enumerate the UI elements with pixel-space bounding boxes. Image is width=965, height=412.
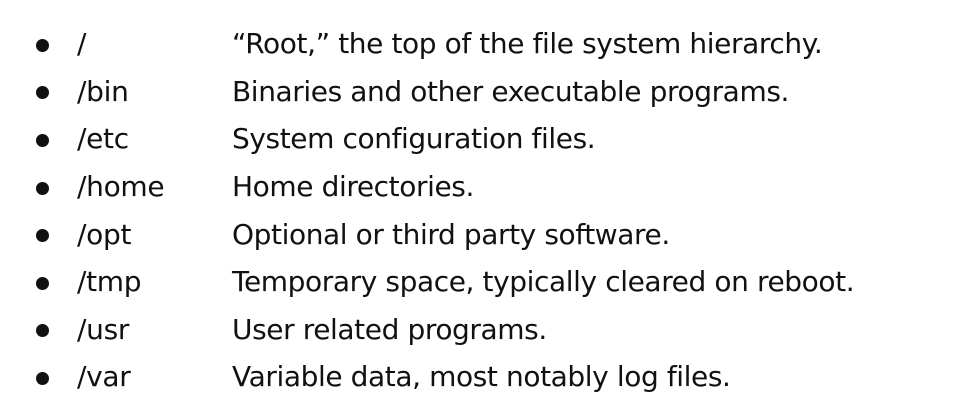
directory-path: /bin <box>77 74 129 108</box>
directory-path: /etc <box>77 122 129 156</box>
bullet-icon <box>36 276 49 290</box>
bullet-icon <box>36 324 49 338</box>
directory-path: /home <box>77 170 165 204</box>
list-item: / “Root,” the top of the file system hie… <box>30 20 950 68</box>
directory-description: System configuration files. <box>232 122 596 156</box>
list-item: /home Home directories. <box>30 163 950 211</box>
bullet-icon <box>36 181 49 195</box>
list-item: /var Variable data, most notably log fil… <box>30 353 950 401</box>
list-item: /tmp Temporary space, typically cleared … <box>30 258 950 306</box>
list-item: /opt Optional or third party software. <box>30 210 950 258</box>
directory-path: /usr <box>77 312 130 346</box>
directory-description: Optional or third party software. <box>232 217 670 251</box>
directory-description: Binaries and other executable programs. <box>232 74 790 108</box>
list-item: /usr User related programs. <box>30 306 950 354</box>
bullet-icon <box>36 133 49 147</box>
directory-path: /tmp <box>77 265 142 299</box>
list-item: /bin Binaries and other executable progr… <box>30 68 950 116</box>
directory-path: / <box>77 27 87 61</box>
bullet-icon <box>36 229 49 243</box>
directory-path: /var <box>77 360 131 394</box>
bullet-icon <box>36 86 49 100</box>
directory-list: / “Root,” the top of the file system hie… <box>30 20 950 401</box>
directory-description: “Root,” the top of the file system hiera… <box>232 27 823 61</box>
directory-description: User related programs. <box>232 312 547 346</box>
directory-path: /opt <box>77 217 132 251</box>
bullet-icon <box>36 38 49 52</box>
directory-description: Temporary space, typically cleared on re… <box>232 265 855 299</box>
bullet-icon <box>36 371 49 385</box>
directory-description: Variable data, most notably log files. <box>232 360 731 394</box>
directory-description: Home directories. <box>232 170 474 204</box>
list-item: /etc System configuration files. <box>30 115 950 163</box>
